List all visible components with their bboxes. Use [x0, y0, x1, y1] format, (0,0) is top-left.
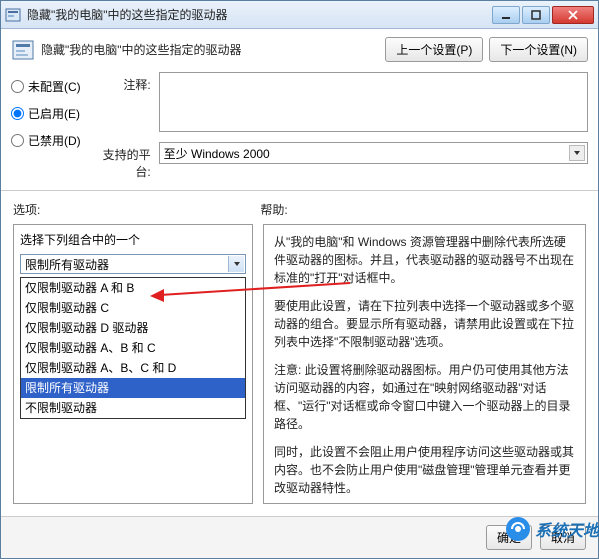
- dropdown-item[interactable]: 仅限制驱动器 A 和 B: [21, 278, 245, 298]
- platform-select[interactable]: 至少 Windows 2000: [159, 142, 588, 164]
- watermark-logo-icon: [505, 516, 531, 542]
- help-label: 帮助:: [260, 201, 287, 218]
- radio-enabled[interactable]: 已启用(E): [11, 105, 81, 122]
- dropdown-item[interactable]: 仅限制驱动器 A、B 和 C: [21, 338, 245, 358]
- help-panel: 从"我的电脑"和 Windows 资源管理器中删除代表所选硬件驱动器的图标。并且…: [263, 224, 586, 504]
- radio-not-configured[interactable]: 未配置(C): [11, 78, 81, 95]
- watermark-text: 系统天地: [535, 517, 599, 541]
- window: 隐藏"我的电脑"中的这些指定的驱动器 隐藏"我的电脑"中的这些指定的驱动器 上一…: [0, 0, 599, 559]
- policy-large-icon: [11, 38, 35, 62]
- dropdown-item[interactable]: 不限制驱动器: [21, 398, 245, 418]
- state-radios: 未配置(C) 已启用(E) 已禁用(D): [11, 72, 81, 180]
- prev-setting-button[interactable]: 上一个设置(P): [385, 37, 483, 62]
- platform-label: 支持的平台:: [91, 142, 151, 180]
- dropdown-item[interactable]: 仅限制驱动器 C: [21, 298, 245, 318]
- titlebar-buttons: [492, 6, 594, 24]
- maximize-button[interactable]: [522, 6, 550, 24]
- drive-dropdown: 仅限制驱动器 A 和 B 仅限制驱动器 C 仅限制驱动器 D 驱动器 仅限制驱动…: [20, 277, 246, 419]
- options-title: 选择下列组合中的一个: [20, 231, 246, 248]
- next-setting-button[interactable]: 下一个设置(N): [489, 37, 588, 62]
- window-title: 隐藏"我的电脑"中的这些指定的驱动器: [27, 6, 492, 23]
- close-button[interactable]: [552, 6, 594, 24]
- dropdown-item-selected[interactable]: 限制所有驱动器: [21, 378, 245, 398]
- header-section: 隐藏"我的电脑"中的这些指定的驱动器 上一个设置(P) 下一个设置(N) 未配置…: [1, 29, 598, 190]
- dropdown-item[interactable]: 仅限制驱动器 D 驱动器: [21, 318, 245, 338]
- help-text: 从"我的电脑"和 Windows 资源管理器中删除代表所选硬件驱动器的图标。并且…: [274, 233, 575, 287]
- drive-combo[interactable]: 限制所有驱动器: [20, 254, 246, 274]
- section-labels: 选项: 帮助:: [1, 190, 598, 218]
- options-panel: 选择下列组合中的一个 限制所有驱动器 仅限制驱动器 A 和 B 仅限制驱动器 C…: [13, 224, 253, 504]
- policy-icon: [5, 7, 21, 23]
- radio-disabled[interactable]: 已禁用(D): [11, 132, 81, 149]
- help-text: 要使用此设置，请在下拉列表中选择一个驱动器或多个驱动器的组合。要显示所有驱动器，…: [274, 297, 575, 351]
- comment-label: 注释:: [91, 72, 151, 93]
- help-text: 注意: 此设置将删除驱动器图标。用户仍可使用其他方法访问驱动器的内容，如通过在"…: [274, 361, 575, 433]
- chevron-down-icon: [569, 145, 585, 161]
- radio-disabled-label: 已禁用(D): [28, 132, 81, 149]
- help-text: 同时，此设置不会阻止用户使用程序访问这些驱动器或其内容。也不会防止用户使用"磁盘…: [274, 443, 575, 497]
- platform-value: 至少 Windows 2000: [164, 145, 270, 162]
- chevron-down-icon: [228, 256, 244, 272]
- radio-enabled-label: 已启用(E): [28, 105, 80, 122]
- watermark: 系统天地: [505, 516, 599, 542]
- options-label: 选项:: [13, 201, 40, 218]
- header-title: 隐藏"我的电脑"中的这些指定的驱动器: [41, 41, 242, 58]
- comment-textarea[interactable]: [159, 72, 588, 132]
- dropdown-item[interactable]: 仅限制驱动器 A、B、C 和 D: [21, 358, 245, 378]
- minimize-button[interactable]: [492, 6, 520, 24]
- radio-not-configured-label: 未配置(C): [28, 78, 81, 95]
- drive-combo-value: 限制所有驱动器: [25, 256, 109, 273]
- titlebar: 隐藏"我的电脑"中的这些指定的驱动器: [1, 1, 598, 29]
